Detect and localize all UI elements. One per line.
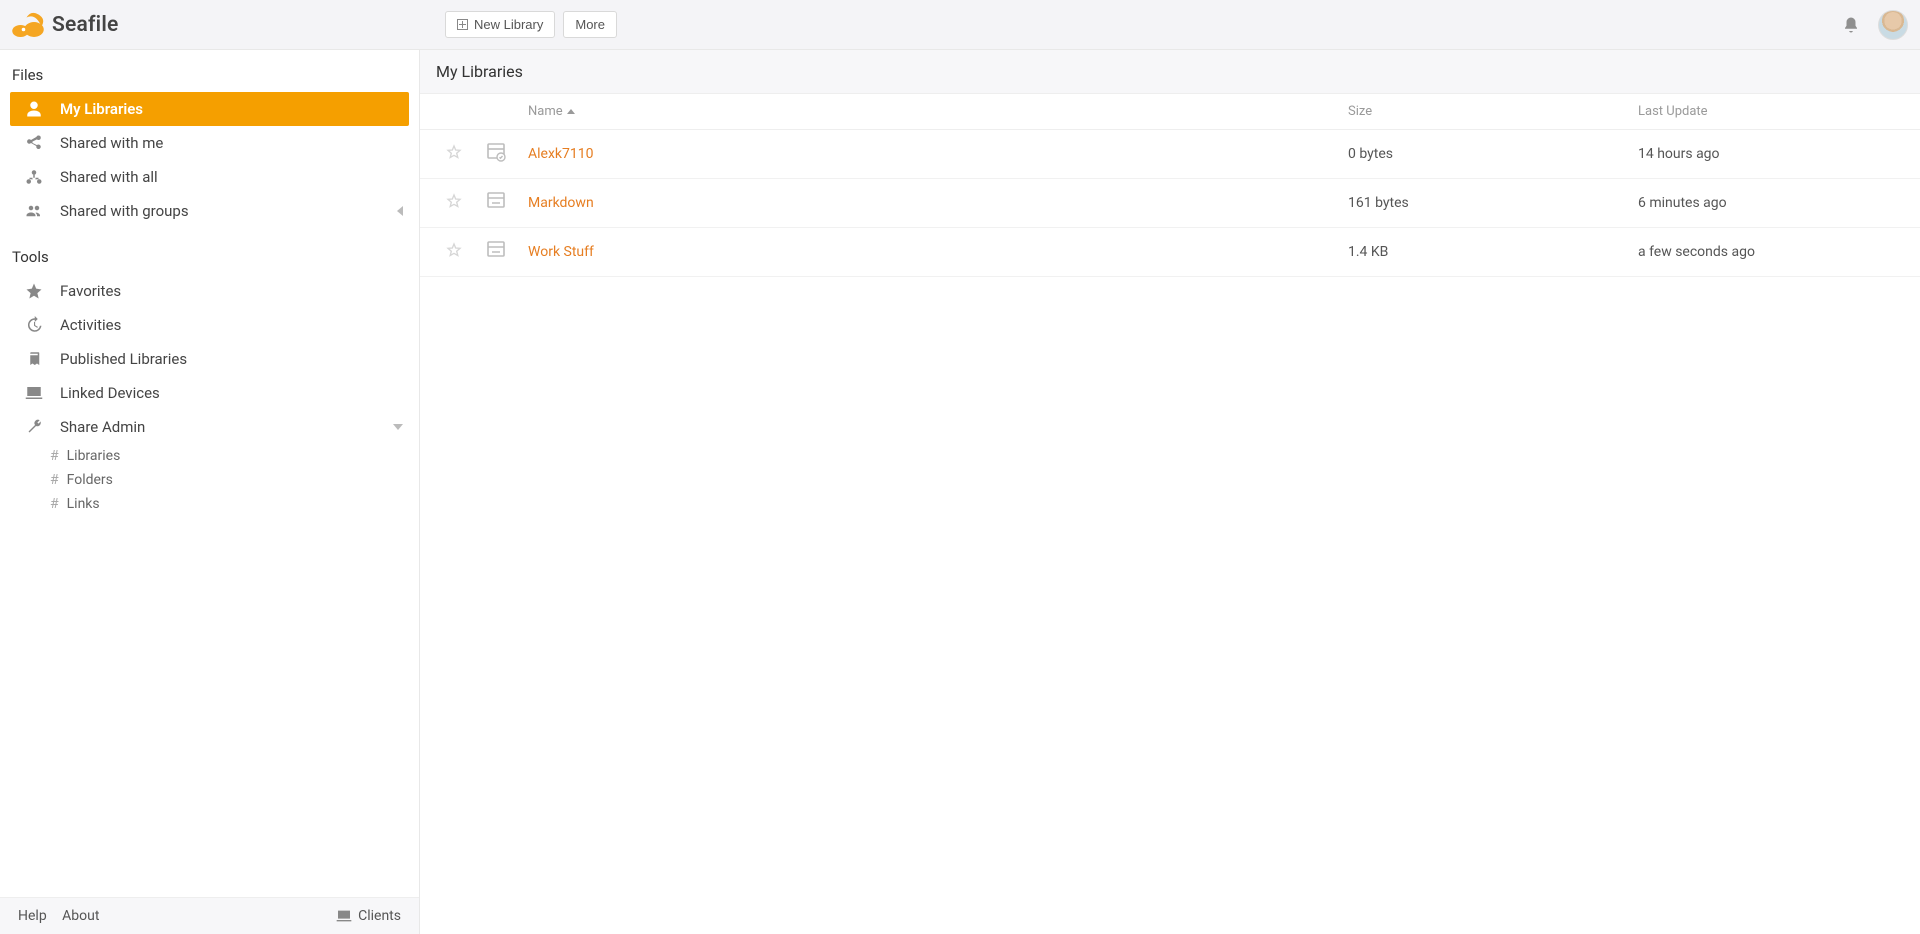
sidebar-item-label: Linked Devices <box>60 384 160 402</box>
column-header-name[interactable]: Name <box>520 94 1340 130</box>
notifications-icon[interactable] <box>1842 16 1860 34</box>
more-button[interactable]: More <box>563 11 617 38</box>
plus-icon <box>457 19 468 30</box>
library-updated: 6 minutes ago <box>1630 179 1920 228</box>
sidebar: Files My Libraries Shared with me Shared… <box>0 50 420 934</box>
library-name-link[interactable]: Markdown <box>528 195 594 211</box>
column-header-size[interactable]: Size <box>1340 94 1630 130</box>
page-title: My Libraries <box>420 50 1920 94</box>
app-name: Seafile <box>52 13 118 37</box>
library-name-link[interactable]: Work Stuff <box>528 244 594 260</box>
sidebar-item-label: My Libraries <box>60 100 143 118</box>
sidebar-subitem-label: Libraries <box>67 448 121 464</box>
column-header-last-update[interactable]: Last Update <box>1630 94 1920 130</box>
table-row: Work Stuff 1.4 KB a few seconds ago <box>420 228 1920 277</box>
toolbar: New Library More <box>445 11 617 38</box>
monitor-icon <box>336 908 352 924</box>
sidebar-item-label: Share Admin <box>60 418 145 436</box>
footer-clients-label: Clients <box>358 908 401 924</box>
library-icon <box>484 201 508 217</box>
sidebar-item-label: Shared with all <box>60 168 158 186</box>
sidebar-heading-files: Files <box>10 60 409 92</box>
book-icon <box>24 350 44 368</box>
sidebar-item-shared-with-all[interactable]: Shared with all <box>10 160 409 194</box>
table-row: Alexk7110 0 bytes 14 hours ago <box>420 130 1920 179</box>
library-updated: a few seconds ago <box>1630 228 1920 277</box>
sidebar-heading-tools: Tools <box>10 242 409 274</box>
sidebar-subitem-label: Folders <box>67 472 113 488</box>
hash-icon: # <box>50 472 59 488</box>
new-library-button[interactable]: New Library <box>445 11 555 38</box>
caret-left-icon <box>397 206 403 216</box>
library-readonly-icon <box>484 152 508 168</box>
footer-help-link[interactable]: Help <box>18 908 47 924</box>
more-label: More <box>575 17 605 32</box>
topbar: Seafile New Library More <box>0 0 1920 50</box>
sidebar-subitem-folders[interactable]: # Folders <box>10 468 409 492</box>
sidebar-item-shared-with-groups[interactable]: Shared with groups <box>10 194 409 228</box>
person-icon <box>24 100 44 118</box>
caret-down-icon <box>393 424 403 430</box>
hash-icon: # <box>50 448 59 464</box>
sidebar-item-linked-devices[interactable]: Linked Devices <box>10 376 409 410</box>
sidebar-item-shared-with-me[interactable]: Shared with me <box>10 126 409 160</box>
seafile-logo-icon <box>10 10 46 40</box>
star-toggle[interactable] <box>446 148 462 164</box>
app-logo[interactable]: Seafile <box>10 10 445 40</box>
libraries-table: Name Size Last Update Alexk7110 0 bytes <box>420 94 1920 277</box>
hash-icon: # <box>50 496 59 512</box>
library-updated: 14 hours ago <box>1630 130 1920 179</box>
star-icon <box>24 282 44 300</box>
footer-clients-link[interactable]: Clients <box>336 908 401 924</box>
history-icon <box>24 316 44 334</box>
sidebar-footer: Help About Clients <box>0 897 419 934</box>
user-avatar[interactable] <box>1878 10 1908 40</box>
sidebar-item-label: Shared with me <box>60 134 163 152</box>
share-icon <box>24 134 44 152</box>
footer-about-link[interactable]: About <box>62 908 99 924</box>
library-size: 0 bytes <box>1340 130 1630 179</box>
library-icon <box>484 250 508 266</box>
library-name-link[interactable]: Alexk7110 <box>528 146 593 162</box>
star-toggle[interactable] <box>446 197 462 213</box>
star-toggle[interactable] <box>446 246 462 262</box>
sidebar-item-label: Published Libraries <box>60 350 187 368</box>
sidebar-item-label: Shared with groups <box>60 202 189 220</box>
sidebar-item-label: Favorites <box>60 282 121 300</box>
content: My Libraries Name Size Last Update <box>420 50 1920 934</box>
sidebar-item-activities[interactable]: Activities <box>10 308 409 342</box>
sidebar-item-my-libraries[interactable]: My Libraries <box>10 92 409 126</box>
monitor-icon <box>24 384 44 402</box>
sidebar-subitem-label: Links <box>67 496 100 512</box>
library-size: 1.4 KB <box>1340 228 1630 277</box>
sidebar-item-share-admin[interactable]: Share Admin <box>10 410 409 444</box>
table-row: Markdown 161 bytes 6 minutes ago <box>420 179 1920 228</box>
org-icon <box>24 168 44 186</box>
sidebar-subitem-links[interactable]: # Links <box>10 492 409 516</box>
sidebar-item-published-libraries[interactable]: Published Libraries <box>10 342 409 376</box>
group-icon <box>24 202 44 220</box>
wrench-icon <box>24 418 44 436</box>
sidebar-item-favorites[interactable]: Favorites <box>10 274 409 308</box>
new-library-label: New Library <box>474 17 543 32</box>
library-size: 161 bytes <box>1340 179 1630 228</box>
sidebar-subitem-libraries[interactable]: # Libraries <box>10 444 409 468</box>
sidebar-item-label: Activities <box>60 316 121 334</box>
sort-asc-icon <box>567 109 575 114</box>
